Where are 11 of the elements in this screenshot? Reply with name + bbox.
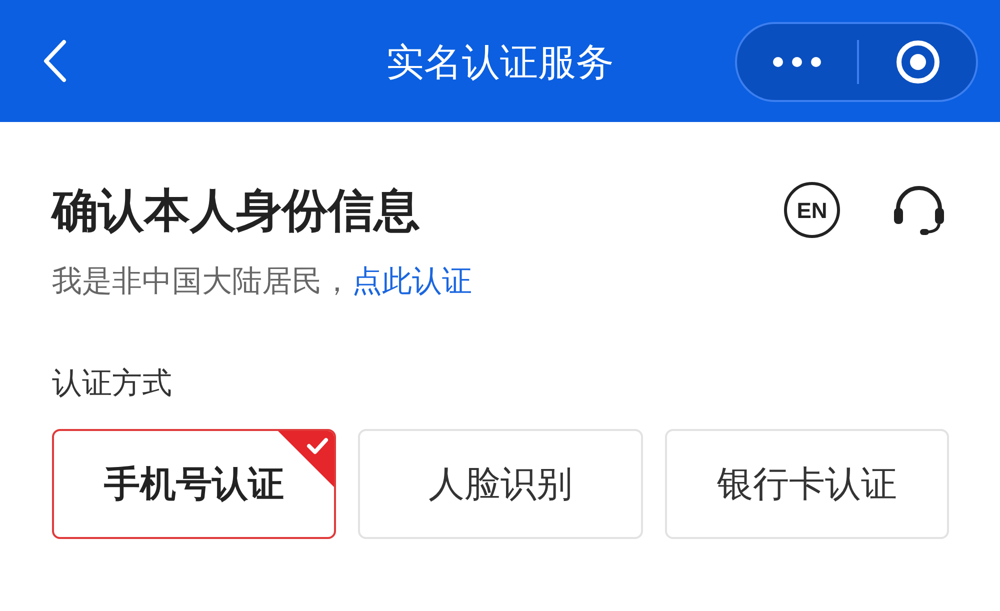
target-icon: [894, 39, 940, 85]
method-option[interactable]: 银行卡认证: [664, 429, 949, 539]
method-option[interactable]: 人脸识别: [358, 429, 643, 539]
verify-link[interactable]: 点此认证: [352, 265, 472, 298]
more-icon: [772, 56, 822, 68]
section-label: 认证方式: [52, 366, 173, 402]
language-button[interactable]: EN: [784, 182, 840, 238]
heading: 确认本人身份信息: [52, 183, 420, 238]
notice-text: 我是非中国大陆居民，点此认证: [52, 264, 473, 300]
method-option[interactable]: 手机号认证: [52, 429, 336, 539]
page-title: 实名认证服务: [385, 41, 615, 86]
